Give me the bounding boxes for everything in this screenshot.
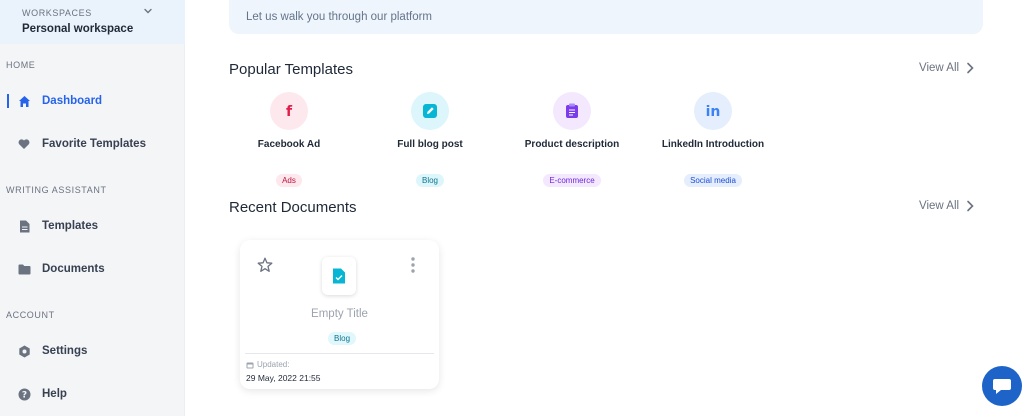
- chevron-right-icon: [967, 200, 974, 212]
- recent-documents-title: Recent Documents: [229, 199, 357, 216]
- sidebar-item-templates[interactable]: Templates: [0, 212, 185, 240]
- document-title: Empty Title: [311, 308, 368, 320]
- template-badge: Ads: [276, 174, 302, 187]
- section-label-home: HOME: [6, 60, 36, 70]
- template-card-linkedin-introduction[interactable]: in LinkedIn Introduction Social media: [648, 92, 778, 188]
- sidebar-item-label: Documents: [42, 263, 105, 275]
- template-badge: E-commerce: [543, 174, 601, 187]
- chat-bubble-icon: [993, 379, 1011, 394]
- calendar-icon: [246, 362, 254, 368]
- section-label-account: ACCOUNT: [6, 310, 55, 320]
- sidebar-item-dashboard[interactable]: Dashboard: [0, 87, 185, 115]
- workspace-label: WORKSPACES: [22, 8, 92, 18]
- document-file-icon: [322, 257, 356, 295]
- gear-icon: [17, 344, 31, 358]
- sidebar-item-help[interactable]: ? Help: [0, 380, 185, 408]
- divider: [245, 353, 434, 354]
- template-name: Facebook Ad: [257, 139, 321, 150]
- sidebar-item-label: Templates: [42, 220, 99, 232]
- updated-label-row: Updated:: [246, 360, 289, 369]
- more-vertical-icon[interactable]: [410, 256, 416, 274]
- view-all-label: View All: [919, 62, 960, 74]
- view-all-documents-link[interactable]: View All: [919, 200, 974, 212]
- svg-text:in: in: [706, 104, 721, 119]
- svg-text:?: ?: [21, 390, 26, 400]
- sidebar-item-favorite-templates[interactable]: Favorite Templates: [0, 130, 185, 158]
- template-name: LinkedIn Introduction: [661, 139, 765, 150]
- updated-date: 29 May, 2022 21:55: [246, 373, 321, 383]
- sidebar-item-documents[interactable]: Documents: [0, 255, 185, 283]
- template-name: Full blog post: [397, 139, 463, 150]
- workspace-switcher[interactable]: WORKSPACES Personal workspace: [0, 0, 185, 44]
- question-circle-icon: ?: [17, 387, 31, 401]
- clipboard-icon: [553, 92, 591, 130]
- chat-button[interactable]: [982, 366, 1022, 406]
- document-card[interactable]: Empty Title Blog Updated: 29 May, 2022 2…: [240, 240, 439, 389]
- sidebar-item-settings[interactable]: Settings: [0, 337, 185, 365]
- folder-icon: [17, 262, 31, 276]
- popular-templates-title: Popular Templates: [229, 61, 353, 78]
- chevron-right-icon: [967, 62, 974, 74]
- home-icon: [17, 94, 31, 108]
- template-badge: Social media: [684, 174, 742, 187]
- sidebar: WORKSPACES Personal workspace HOME Dashb…: [0, 0, 185, 416]
- sidebar-item-label: Settings: [42, 345, 88, 357]
- active-indicator: [7, 94, 9, 108]
- section-label-writing-assistant: WRITING ASSISTANT: [6, 185, 107, 195]
- onboarding-banner[interactable]: Let us walk you through our platform: [229, 0, 983, 34]
- star-icon[interactable]: [257, 257, 273, 273]
- workspace-name: Personal workspace: [22, 23, 134, 35]
- chevron-down-icon[interactable]: [143, 6, 153, 16]
- heart-icon: [17, 137, 31, 151]
- file-icon: [17, 219, 31, 233]
- view-all-templates-link[interactable]: View All: [919, 62, 974, 74]
- sidebar-item-label: Favorite Templates: [42, 138, 146, 150]
- linkedin-icon: in: [694, 92, 732, 130]
- edit-icon: [411, 92, 449, 130]
- view-all-label: View All: [919, 200, 960, 212]
- template-badge: Blog: [415, 174, 444, 187]
- template-card-full-blog-post[interactable]: Full blog post Blog: [365, 92, 495, 188]
- sidebar-item-label: Dashboard: [42, 95, 103, 107]
- banner-text: Let us walk you through our platform: [246, 11, 433, 23]
- template-card-facebook-ad[interactable]: f Facebook Ad Ads: [224, 92, 354, 188]
- sidebar-item-label: Help: [42, 388, 67, 400]
- updated-label: Updated:: [257, 360, 290, 369]
- svg-text:f: f: [286, 104, 293, 119]
- document-badge: Blog: [328, 332, 357, 345]
- facebook-icon: f: [270, 92, 308, 130]
- template-name: Product description: [524, 139, 620, 150]
- template-card-product-description[interactable]: Product description E-commerce: [507, 92, 637, 188]
